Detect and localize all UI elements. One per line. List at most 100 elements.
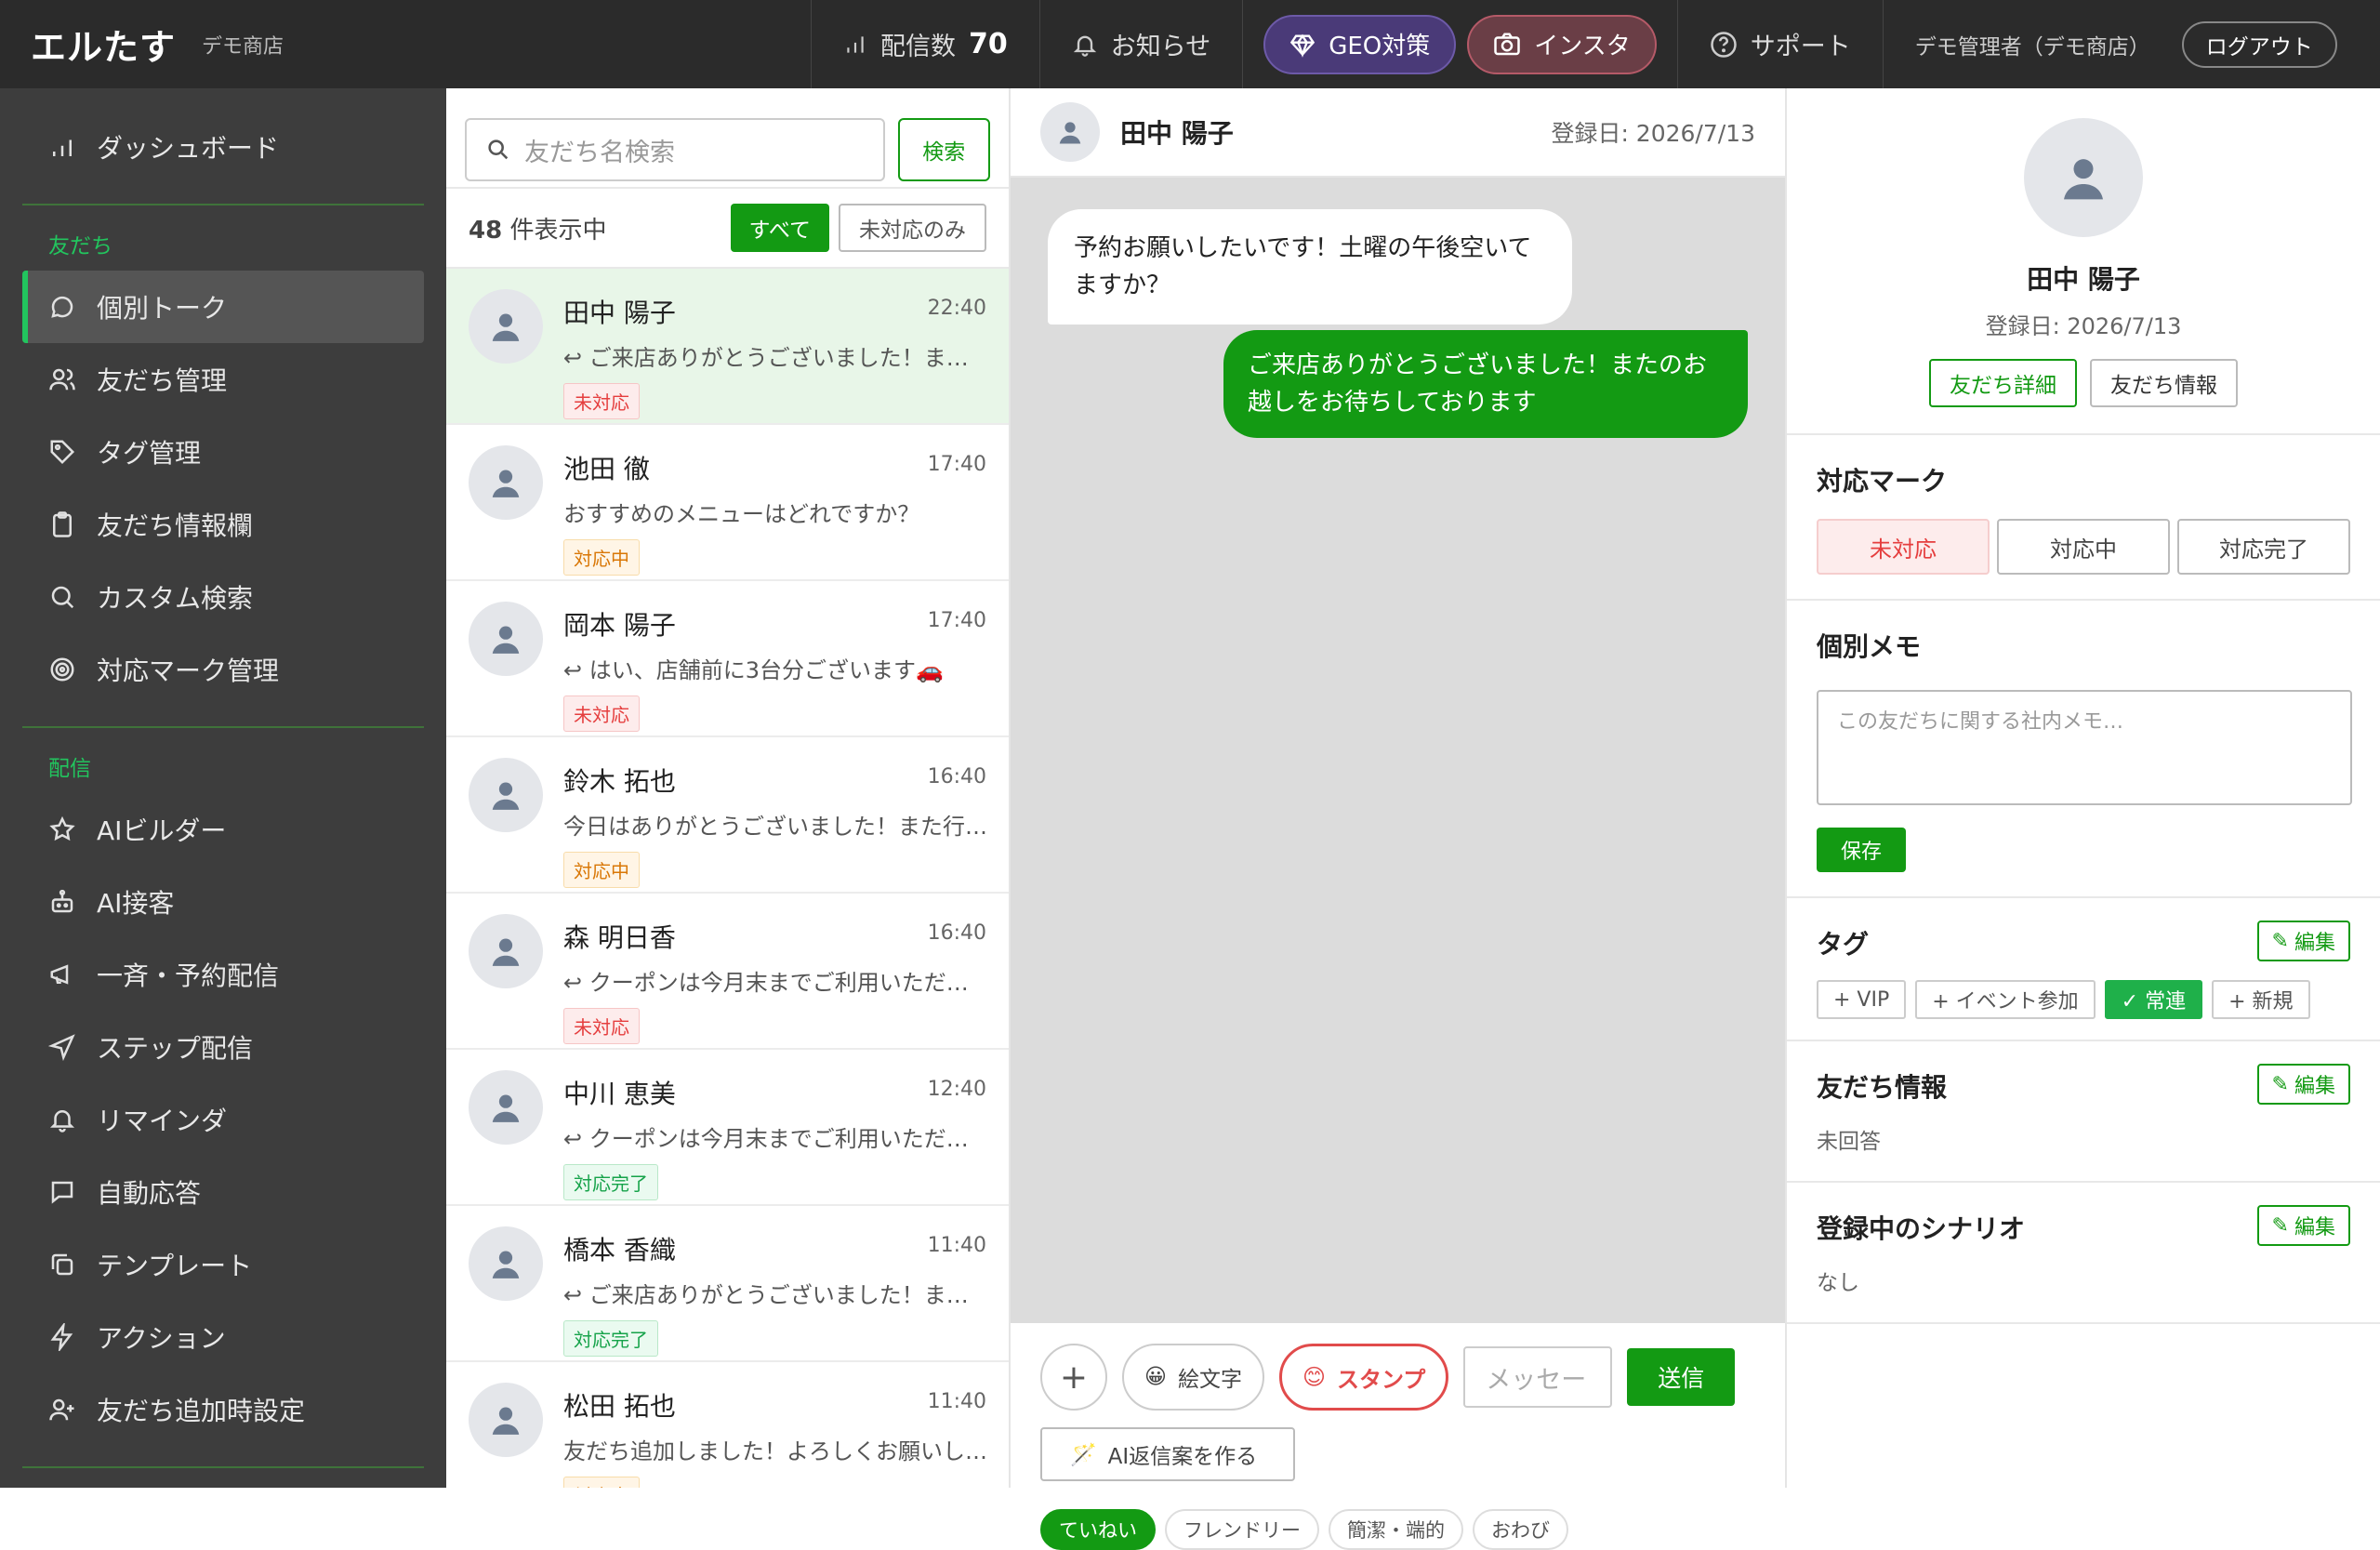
sidebar-item-auto-reply[interactable]: 自動応答 bbox=[0, 1156, 446, 1228]
stamp-label: スタンプ bbox=[1337, 1366, 1426, 1393]
sidebar-item-dashboard[interactable]: ダッシュボード bbox=[0, 111, 446, 183]
friend-info-section: 友だち情報 ✎ 編集 未回答 bbox=[1787, 1040, 2380, 1181]
friend-row[interactable]: 田中 陽子 ↩ ご来店ありがとうございました！またのお越しを未対応 22:40 bbox=[446, 269, 1009, 425]
edit-tags-button[interactable]: ✎ 編集 bbox=[2256, 921, 2350, 961]
star-icon bbox=[49, 815, 75, 841]
geo-button[interactable]: GEO対策 bbox=[1263, 14, 1457, 74]
status-badge: 対応中 bbox=[563, 1477, 640, 1488]
smile-emoji-icon: 😊 bbox=[1302, 1364, 1327, 1390]
tone-option[interactable]: フレンドリー bbox=[1165, 1509, 1319, 1550]
sidebar-item-action[interactable]: アクション bbox=[0, 1301, 446, 1373]
divider bbox=[22, 204, 424, 205]
friend-row[interactable]: 中川 恵美 ↩ クーポンは今月末までご利用いただけます 対応完了 12:40 bbox=[446, 1050, 1009, 1206]
sidebar-item-friends-management[interactable]: 友だち管理 bbox=[0, 343, 446, 416]
user-icon bbox=[492, 938, 520, 966]
sidebar-item-step-delivery[interactable]: ステップ配信 bbox=[0, 1011, 446, 1083]
friend-row[interactable]: 橋本 香織 ↩ ご来店ありがとうございました！またのお越しを対応完了 11:40 bbox=[446, 1206, 1009, 1362]
filter-unhandled-button[interactable]: 未対応のみ bbox=[839, 204, 986, 252]
edit-friend-info-button[interactable]: ✎ 編集 bbox=[2256, 1064, 2350, 1105]
sidebar-item-broadcast[interactable]: 一斉・予約配信 bbox=[0, 938, 446, 1011]
support-label: サポート bbox=[1750, 33, 1851, 61]
friend-row[interactable]: 池田 徹おすすめのメニューはどれですか？ 対応中 17:40 bbox=[446, 425, 1009, 581]
sidebar-item-mark-management[interactable]: 対応マーク管理 bbox=[0, 633, 446, 706]
user-icon bbox=[1059, 122, 1081, 144]
composer: + 😀 絵文字 😊 スタンプ メッセー 送信 🪄 AI返信案を作る ていねい フレンド… bbox=[1011, 1323, 1785, 1550]
section-title: 個別メモ bbox=[1817, 631, 1922, 662]
logout-button[interactable]: ログアウト bbox=[2181, 20, 2337, 68]
mark-unhandled[interactable]: 未対応 bbox=[1817, 519, 1990, 575]
mark-completed[interactable]: 対応完了 bbox=[2177, 519, 2350, 575]
geo-label: GEO対策 bbox=[1329, 33, 1431, 60]
sidebar-item-friend-info-field[interactable]: 友だち情報欄 bbox=[0, 488, 446, 561]
friend-info-button[interactable]: 友だち情報 bbox=[2090, 359, 2238, 407]
mark-in-progress[interactable]: 対応中 bbox=[1997, 519, 2170, 575]
divider bbox=[1242, 0, 1244, 88]
sidebar-item-custom-search[interactable]: カスタム検索 bbox=[0, 561, 446, 633]
support-button[interactable]: サポート bbox=[1678, 0, 1883, 88]
sidebar-item-add-friend-settings[interactable]: 友だち追加時設定 bbox=[0, 1373, 446, 1446]
avatar bbox=[469, 1070, 543, 1145]
tone-option[interactable]: 簡潔・端的 bbox=[1329, 1509, 1463, 1550]
stamp-button[interactable]: 😊 スタンプ bbox=[1278, 1344, 1449, 1411]
tag-chip[interactable]: ✓ 常連 bbox=[2104, 980, 2203, 1019]
pencil-icon: ✎ bbox=[2271, 1072, 2289, 1096]
friend-row[interactable]: 松田 拓也友だち追加しました！よろしくお願いします対応中 11:40 bbox=[446, 1362, 1009, 1488]
tone-option[interactable]: ていねい bbox=[1040, 1509, 1156, 1550]
tag-chip[interactable]: + 新規 bbox=[2212, 980, 2310, 1019]
filter-all-button[interactable]: すべて bbox=[730, 204, 829, 252]
memo-textarea[interactable]: この友だちに関する社内メモ… bbox=[1817, 690, 2352, 805]
friend-info-value: 未回答 bbox=[1817, 1130, 1881, 1154]
sidebar: ダッシュボード 友だち 個別トーク 友だち管理 タグ管理 友だち情報欄 カスタム… bbox=[0, 88, 446, 1488]
clipboard-icon bbox=[53, 511, 72, 537]
friend-row[interactable]: 鈴木 拓也 今日はありがとうございました！また行きます 対応中 16:40 bbox=[446, 737, 1009, 894]
friend-detail-button[interactable]: 友だち詳細 bbox=[1929, 359, 2077, 407]
ai-reply-button[interactable]: 🪄 AI返信案を作る bbox=[1040, 1427, 1295, 1481]
friend-time: 16:40 bbox=[927, 921, 986, 945]
top-bar: エルたす デモ商店 配信数 70 お知らせ GEO対策 インスタ サポート デモ… bbox=[0, 0, 2380, 88]
message-input[interactable]: メッセー bbox=[1463, 1346, 1613, 1408]
user-icon bbox=[492, 626, 520, 654]
bell-icon bbox=[49, 1110, 75, 1133]
tag-chip[interactable]: + VIP bbox=[1817, 980, 1907, 1019]
user-icon bbox=[492, 1407, 520, 1435]
status-badge: 対応中 bbox=[563, 539, 640, 576]
ai-reply-label: AI返信案を作る bbox=[1107, 1445, 1258, 1469]
brand-logo[interactable]: エルたす bbox=[31, 19, 176, 70]
friend-row[interactable]: 岡本 陽子 ↩ はい、店舗前に3台分ございます🚗 未対応 17:40 bbox=[446, 581, 1009, 737]
sidebar-item-individual-talk[interactable]: 個別トーク bbox=[22, 271, 424, 343]
sidebar-item-reminder[interactable]: リマインダ bbox=[0, 1083, 446, 1156]
friend-name: 森 明日香 bbox=[563, 922, 676, 953]
friend-time: 22:40 bbox=[927, 297, 986, 320]
sidebar-item-template[interactable]: テンプレート bbox=[0, 1228, 446, 1301]
friend-name: 中川 恵美 bbox=[563, 1079, 676, 1109]
message-area[interactable]: 予約お願いしたいです！土曜の午後空いてますか？ ご来店ありがとうございました！ま… bbox=[1011, 178, 1785, 1323]
send-button[interactable]: 送信 bbox=[1627, 1348, 1736, 1406]
top-nav: 配信数 70 お知らせ GEO対策 インスタ サポート デモ管理者（デモ商店） … bbox=[811, 0, 2367, 88]
save-memo-button[interactable]: 保存 bbox=[1817, 828, 1906, 872]
megaphone-icon bbox=[50, 964, 69, 985]
profile-name: 田中 陽子 bbox=[2027, 264, 2140, 295]
insta-button[interactable]: インスタ bbox=[1467, 14, 1657, 74]
sidebar-item-ai-reception[interactable]: AI接客 bbox=[0, 866, 446, 938]
delivery-count-value: 70 bbox=[969, 28, 1008, 60]
avatar bbox=[469, 602, 543, 676]
friend-row[interactable]: 森 明日香 ↩ クーポンは今月末までご利用いただけます 未対応 16:40 bbox=[446, 894, 1009, 1050]
search-icon bbox=[488, 139, 509, 160]
sidebar-item-ai-builder[interactable]: AIビルダー bbox=[0, 793, 446, 866]
bar-chart-icon bbox=[847, 35, 864, 53]
search-button[interactable]: 検索 bbox=[897, 118, 990, 181]
outgoing-message: ご来店ありがとうございました！またのお越しをお待ちしております bbox=[1223, 330, 1748, 438]
status-badge: 対応完了 bbox=[563, 1320, 658, 1357]
result-count: 48 件表示中 bbox=[469, 211, 721, 245]
sidebar-item-label: タグ管理 bbox=[97, 438, 202, 469]
chat-friend-name: 田中 陽子 bbox=[1120, 118, 1234, 149]
add-attachment-button[interactable]: + bbox=[1040, 1344, 1107, 1411]
emoji-button[interactable]: 😀 絵文字 bbox=[1122, 1344, 1264, 1411]
friend-last-message: おすすめのメニューはどれですか？ bbox=[563, 501, 920, 527]
news-button[interactable]: お知らせ bbox=[1040, 0, 1242, 88]
tone-option[interactable]: おわび bbox=[1473, 1509, 1568, 1550]
sidebar-item-tag-management[interactable]: タグ管理 bbox=[0, 416, 446, 488]
search-input[interactable]: 友だち名検索 bbox=[465, 118, 885, 181]
edit-scenario-button[interactable]: ✎ 編集 bbox=[2256, 1205, 2350, 1246]
tag-chip[interactable]: + イベント参加 bbox=[1915, 980, 2096, 1019]
